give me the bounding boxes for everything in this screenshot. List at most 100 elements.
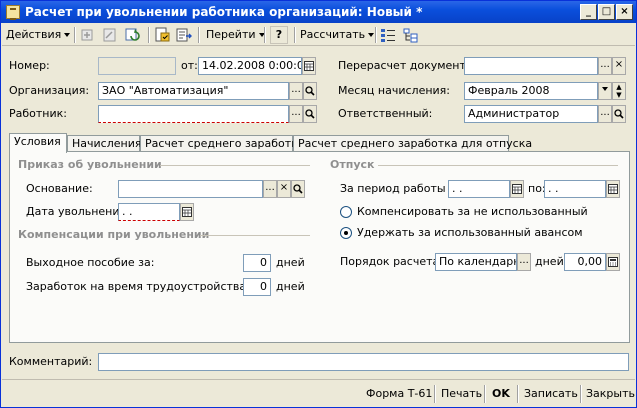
month-spinner[interactable]: ▲ ▼ — [612, 82, 626, 100]
help-button[interactable]: ? — [270, 26, 288, 44]
tab-label: Условия — [14, 135, 61, 148]
calc-order-select-button[interactable]: ... — [517, 253, 531, 271]
period-to-calendar-button[interactable] — [606, 180, 620, 198]
tab-conditions[interactable]: Условия — [9, 133, 67, 153]
worker-select-button[interactable]: ... — [289, 105, 303, 123]
period-from-calendar-button[interactable] — [510, 180, 524, 198]
withhold-radio-label[interactable]: Удержать за использованный авансом — [357, 226, 583, 240]
close-button[interactable]: × — [616, 4, 633, 20]
period-to-field[interactable]: . . — [544, 180, 606, 198]
calc-order-field[interactable]: По календарны — [435, 253, 517, 271]
tab-average-earnings[interactable]: Расчет среднего заработка — [140, 135, 305, 152]
withhold-radio[interactable] — [340, 227, 352, 239]
title-bar[interactable]: Расчет при увольнении работника организа… — [1, 1, 636, 23]
recalc-field[interactable] — [464, 57, 598, 75]
tab-accruals[interactable]: Начисления — [67, 135, 142, 152]
refresh-icon[interactable] — [125, 27, 141, 43]
calendar-button[interactable] — [302, 57, 316, 75]
close-icon: × — [620, 6, 629, 17]
command-bar: Форма Т-61 Печать OK Записать Закрыть — [2, 379, 635, 407]
command-separator — [517, 385, 519, 403]
magnifier-icon — [305, 109, 315, 119]
days-field[interactable]: 0,00 — [564, 253, 606, 271]
basis-clear-button[interactable]: × — [277, 180, 291, 198]
job-search-days-field[interactable]: 0 — [243, 278, 271, 296]
basis-label: Основание: — [26, 182, 93, 195]
magnifier-icon — [293, 184, 303, 194]
organization-field[interactable]: ЗАО "Автоматизация" — [98, 82, 289, 100]
tab-label: Расчет среднего заработка для отпуска — [298, 137, 533, 150]
organization-select-button[interactable]: ... — [289, 82, 303, 100]
worker-open-button[interactable] — [303, 105, 317, 123]
calculate-menu[interactable]: Рассчитать — [300, 26, 375, 44]
dismissal-date-field[interactable]: . . — [118, 203, 180, 221]
ok-button[interactable]: OK — [492, 386, 510, 402]
help-icon: ? — [275, 28, 283, 41]
save-button[interactable]: Записать — [524, 386, 578, 402]
severance-unit: дней — [276, 256, 305, 269]
tab-average-earnings-vacation[interactable]: Расчет среднего заработка для отпуска — [293, 135, 532, 152]
calendar-icon — [608, 184, 618, 194]
number-label: Номер: — [9, 59, 50, 72]
print-button[interactable]: Печать — [441, 386, 482, 402]
days-label: дней: — [535, 255, 568, 268]
maximize-button[interactable]: □ — [598, 4, 615, 20]
compensate-radio-label[interactable]: Компенсировать за не использованный — [357, 205, 588, 219]
dismissal-calendar-button[interactable] — [180, 203, 194, 221]
order-section-title: Приказ об увольнении — [18, 158, 162, 171]
toolbar-separator — [74, 27, 76, 43]
responsible-select-button[interactable]: ... — [598, 105, 612, 123]
post-document-icon[interactable] — [154, 27, 170, 43]
ellipsis-icon: ... — [291, 84, 301, 95]
form-t61-button[interactable]: Форма Т-61 — [366, 386, 432, 402]
tab-label: Начисления — [72, 137, 142, 150]
clear-icon: × — [614, 59, 624, 70]
movements-icon[interactable] — [176, 27, 192, 43]
accrual-month-field[interactable]: Февраль 2008 — [464, 82, 598, 100]
maximize-icon: □ — [601, 6, 612, 17]
minimize-button[interactable]: _ — [580, 4, 597, 20]
basis-field[interactable] — [118, 180, 263, 198]
recalc-clear-button[interactable]: × — [612, 57, 626, 75]
tab-label: Расчет среднего заработка — [145, 137, 305, 150]
date-label: от: — [181, 59, 198, 72]
add-copy-icon[interactable] — [80, 27, 96, 43]
command-separator — [580, 385, 582, 403]
ellipsis-icon: ... — [600, 107, 610, 118]
compensate-radio[interactable] — [340, 206, 352, 218]
responsible-open-button[interactable] — [612, 105, 626, 123]
basis-open-button[interactable] — [291, 180, 305, 198]
edit-icon[interactable] — [102, 27, 118, 43]
command-separator — [484, 385, 486, 403]
severance-label: Выходное пособие за: — [26, 256, 155, 269]
period-to-label: по: — [528, 182, 546, 195]
actions-menu[interactable]: Действия — [6, 26, 71, 44]
basis-select-button[interactable]: ... — [263, 180, 277, 198]
calc-order-label: Порядок расчета: — [340, 255, 443, 268]
goto-menu[interactable]: Перейти — [206, 26, 265, 44]
severance-days-field[interactable]: 0 — [243, 254, 271, 272]
job-search-earnings-label: Заработок на время трудоустройства за: — [26, 280, 266, 293]
minimize-icon: _ — [586, 6, 591, 17]
toolbar-separator — [148, 27, 150, 43]
period-from-field[interactable]: . . — [448, 180, 510, 198]
section-divider — [378, 165, 618, 166]
chevron-down-icon — [602, 87, 608, 91]
worker-field[interactable] — [98, 105, 289, 123]
number-field[interactable] — [98, 57, 176, 75]
magnifier-icon — [305, 86, 315, 96]
comment-field[interactable] — [98, 353, 629, 371]
month-dropdown-button[interactable] — [598, 82, 612, 100]
days-calculator-button[interactable] — [606, 253, 620, 271]
calendar-icon — [512, 184, 522, 194]
organization-label: Организация: — [9, 84, 90, 97]
list-view-icon[interactable] — [380, 27, 396, 43]
responsible-field[interactable]: Администратор — [464, 105, 598, 123]
actions-label: Действия — [6, 28, 62, 41]
organization-open-button[interactable] — [303, 82, 317, 100]
date-field[interactable]: 14.02.2008 0:00:00 — [198, 57, 302, 75]
close-form-button[interactable]: Закрыть — [586, 386, 635, 402]
toolbar-separator — [198, 27, 200, 43]
structure-icon[interactable] — [402, 27, 418, 43]
recalc-select-button[interactable]: ... — [598, 57, 612, 75]
